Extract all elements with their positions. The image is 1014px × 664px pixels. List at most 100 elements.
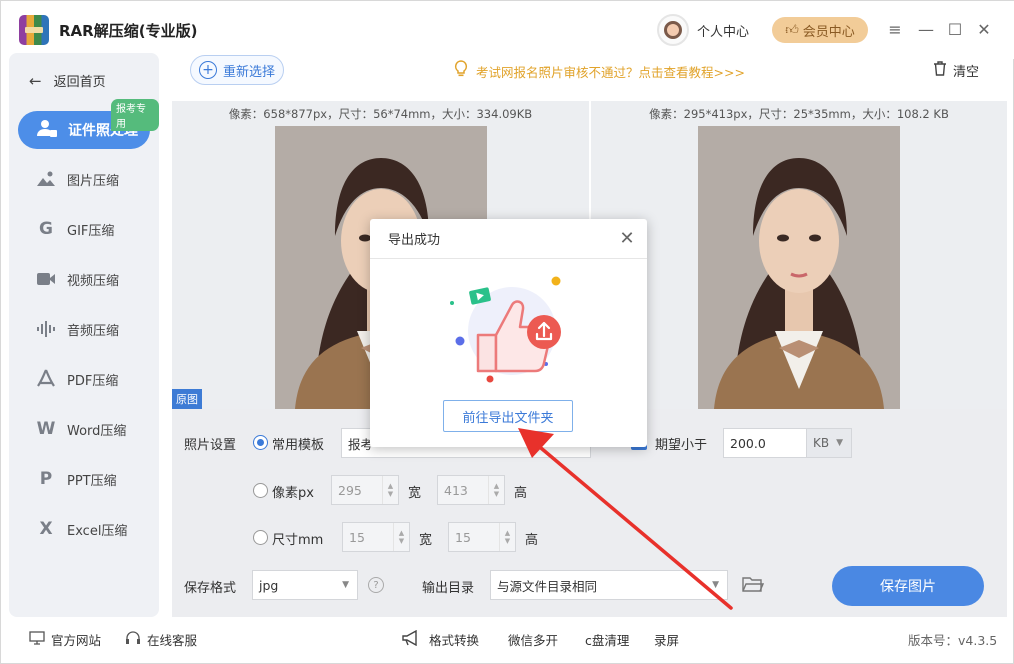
open-export-folder-button[interactable]: 前往导出文件夹 bbox=[443, 400, 573, 432]
chevron-down-icon: ▼ bbox=[342, 580, 349, 590]
sidebar-item-video[interactable]: 视频压缩 bbox=[35, 266, 119, 292]
sidebar: ← 返回首页 证件照处理 报考专用 图片压缩 G GIF压缩 视频压缩 音频压缩… bbox=[9, 53, 159, 617]
sidebar-item-label: GIF压缩 bbox=[67, 223, 115, 239]
dialog-close-icon[interactable]: ✕ bbox=[617, 228, 637, 249]
output-dir-select[interactable]: 与源文件目录相同 ▼ bbox=[490, 570, 728, 600]
clear-button[interactable]: 清空 bbox=[933, 61, 979, 80]
online-support-label: 在线客服 bbox=[147, 633, 198, 648]
sidebar-item-label: 视频压缩 bbox=[67, 273, 120, 289]
reselect-button[interactable]: + 重新选择 bbox=[190, 55, 284, 85]
pixel-height-value: 413 bbox=[444, 482, 468, 498]
clear-label: 清空 bbox=[953, 65, 980, 80]
size-width-value: 15 bbox=[349, 529, 365, 545]
size-mm-radio[interactable] bbox=[253, 530, 268, 545]
megaphone-icon bbox=[401, 629, 423, 649]
back-home-label: 返回首页 bbox=[53, 75, 106, 90]
word-icon: W bbox=[36, 419, 56, 439]
personal-center-label: 个人中心 bbox=[697, 24, 750, 40]
sidebar-item-gif[interactable]: G GIF压缩 bbox=[35, 216, 114, 242]
official-website-label: 官方网站 bbox=[51, 633, 102, 648]
sidebar-item-excel[interactable]: X Excel压缩 bbox=[35, 516, 127, 542]
vip-center-button[interactable]: 👍︎ 会员中心 bbox=[772, 17, 868, 43]
size-unit-select[interactable]: KB ▼ bbox=[806, 428, 852, 458]
excel-icon: X bbox=[39, 519, 53, 539]
sidebar-item-label: PPT压缩 bbox=[67, 473, 117, 489]
size-height-input[interactable]: 15 ▲ ▼ bbox=[448, 522, 516, 552]
close-icon[interactable]: ✕ bbox=[973, 18, 995, 40]
wechat-multi-link[interactable]: 微信多开 bbox=[508, 630, 558, 649]
lightbulb-icon bbox=[453, 60, 469, 83]
dialog-title: 导出成功 bbox=[370, 219, 647, 259]
save-format-value: jpg bbox=[259, 577, 279, 593]
sidebar-item-image[interactable]: 图片压缩 bbox=[35, 166, 119, 192]
sidebar-item-label: 图片压缩 bbox=[67, 173, 120, 189]
size-unit-value: KB bbox=[813, 436, 830, 450]
stepper-icon[interactable]: ▲ ▼ bbox=[488, 476, 504, 504]
menu-icon[interactable]: ≡ bbox=[884, 18, 906, 40]
height-label: 高 bbox=[514, 486, 528, 501]
template-label: 常用模板 bbox=[272, 438, 325, 453]
chevron-down-icon: ▼ bbox=[836, 438, 843, 448]
pixel-label: 像素px bbox=[272, 486, 314, 501]
plus-circle-icon: + bbox=[198, 61, 217, 79]
arrow-left-icon: ← bbox=[29, 71, 42, 90]
stepper-icon[interactable]: ▲ ▼ bbox=[499, 523, 515, 551]
result-preview-panel: 像素：295*413px，尺寸：25*35mm，大小：108.2 KB bbox=[591, 101, 1007, 409]
sidebar-item-label: Word压缩 bbox=[67, 423, 127, 439]
screen-record-link[interactable]: 录屏 bbox=[654, 630, 679, 649]
title-bar: RAR解压缩(专业版) 个人中心 👍︎ 会员中心 ≡ — ☐ ✕ bbox=[1, 1, 1014, 59]
back-home-button[interactable]: ← 返回首页 bbox=[29, 71, 106, 91]
sidebar-item-label: 音频压缩 bbox=[67, 323, 120, 339]
expect-size-input[interactable]: 200.0 bbox=[723, 428, 807, 458]
disk-clean-link[interactable]: c盘清理 bbox=[585, 630, 629, 649]
notice-text: 考试网报名照片审核不通过？点击查看教程>>> bbox=[476, 65, 745, 80]
footer-bar: 官方网站 在线客服 格式转换 微信多开 c盘清理 录屏 版本号：v4.3.5 bbox=[1, 621, 1014, 661]
sidebar-item-ppt[interactable]: P PPT压缩 bbox=[35, 466, 117, 492]
official-website-link[interactable]: 官方网站 bbox=[29, 630, 101, 649]
export-success-dialog: 导出成功 ✕ 前往导出文件夹 bbox=[370, 219, 647, 447]
monitor-icon bbox=[29, 631, 45, 648]
online-support-link[interactable]: 在线客服 bbox=[125, 630, 197, 649]
image-icon bbox=[35, 168, 57, 190]
sidebar-item-pdf[interactable]: PDF压缩 bbox=[35, 366, 118, 392]
pixel-radio[interactable] bbox=[253, 483, 268, 498]
minimize-icon[interactable]: — bbox=[915, 18, 937, 40]
photo-settings-label: 照片设置 bbox=[184, 438, 237, 453]
pdf-icon bbox=[35, 368, 57, 390]
template-radio[interactable] bbox=[253, 435, 268, 450]
output-dir-label: 输出目录 bbox=[422, 581, 475, 596]
format-convert-link[interactable]: 格式转换 bbox=[401, 629, 480, 649]
stepper-icon[interactable]: ▲ ▼ bbox=[393, 523, 409, 551]
tutorial-notice-link[interactable]: 考试网报名照片审核不通过？点击查看教程>>> bbox=[453, 60, 745, 83]
help-icon[interactable]: ? bbox=[368, 577, 384, 593]
format-convert-label: 格式转换 bbox=[429, 633, 480, 648]
save-format-label: 保存格式 bbox=[184, 581, 237, 596]
result-photo bbox=[698, 126, 900, 409]
headset-icon bbox=[125, 630, 141, 649]
personal-center-button[interactable]: 个人中心 bbox=[657, 14, 749, 46]
app-logo-icon bbox=[19, 15, 49, 45]
version-label: 版本号：v4.3.5 bbox=[908, 633, 998, 648]
app-window: RAR解压缩(专业版) 个人中心 👍︎ 会员中心 ≡ — ☐ ✕ ← 返回首页 … bbox=[0, 0, 1014, 664]
sidebar-item-label: PDF压缩 bbox=[67, 373, 119, 389]
save-image-button[interactable]: 保存图片 bbox=[832, 566, 984, 606]
sidebar-item-audio[interactable]: 音频压缩 bbox=[35, 316, 119, 342]
thumbs-up-illustration-icon bbox=[442, 271, 578, 387]
save-format-select[interactable]: jpg ▼ bbox=[252, 570, 358, 600]
expect-size-label: 期望小于 bbox=[655, 438, 708, 453]
pixel-width-input[interactable]: 295 ▲ ▼ bbox=[331, 475, 399, 505]
stepper-icon[interactable]: ▲ ▼ bbox=[382, 476, 398, 504]
folder-open-icon[interactable] bbox=[742, 576, 765, 597]
pixel-width-value: 295 bbox=[338, 482, 362, 498]
video-icon bbox=[35, 268, 57, 290]
trash-icon bbox=[933, 61, 947, 80]
vip-center-label: 会员中心 bbox=[802, 24, 855, 40]
result-image-info: 像素：295*413px，尺寸：25*35mm，大小：108.2 KB bbox=[649, 107, 949, 121]
sidebar-item-word[interactable]: W Word压缩 bbox=[35, 416, 127, 442]
size-width-input[interactable]: 15 ▲ ▼ bbox=[342, 522, 410, 552]
audio-icon bbox=[35, 318, 57, 340]
width-label: 宽 bbox=[419, 533, 433, 548]
app-title: RAR解压缩(专业版) bbox=[59, 22, 198, 40]
maximize-icon[interactable]: ☐ bbox=[944, 18, 966, 40]
pixel-height-input[interactable]: 413 ▲ ▼ bbox=[437, 475, 505, 505]
